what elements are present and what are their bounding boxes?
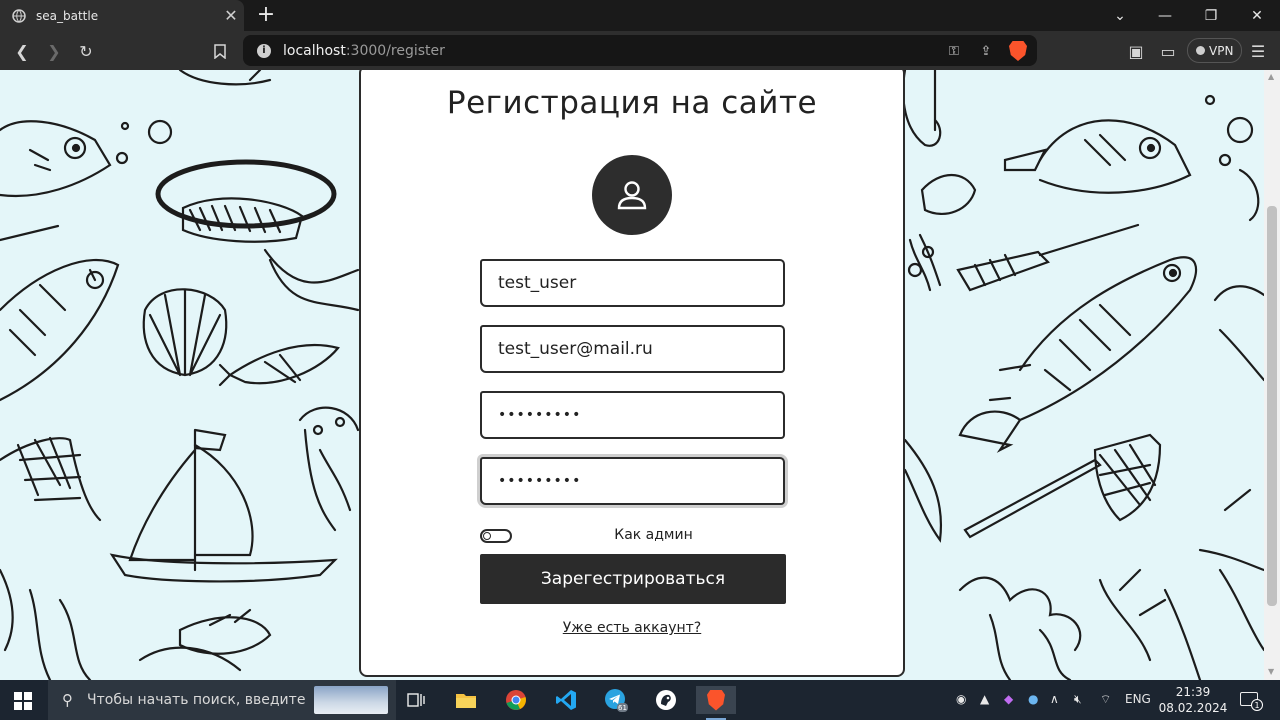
back-icon[interactable]: ❮ xyxy=(10,39,34,63)
url-path: :3000/register xyxy=(345,42,445,59)
scroll-up-icon[interactable]: ▲ xyxy=(1268,72,1274,81)
network-app-icon[interactable]: ● xyxy=(1028,692,1038,706)
vpn-status-icon xyxy=(1196,46,1205,55)
username-value: test_user xyxy=(498,273,577,293)
notification-icon[interactable]: 1 xyxy=(1240,692,1263,711)
tab-title: sea_battle xyxy=(36,8,99,23)
search-placeholder: Чтобы начать поиск, введите xyxy=(87,692,306,708)
brave-taskbar-icon[interactable] xyxy=(696,686,736,720)
bookmark-icon[interactable] xyxy=(208,39,232,63)
close-window-button[interactable]: ✕ xyxy=(1234,0,1280,31)
forward-icon[interactable]: ❯ xyxy=(42,39,66,63)
scroll-down-icon[interactable]: ▼ xyxy=(1268,667,1274,676)
vpn-button[interactable]: VPN xyxy=(1187,38,1243,63)
speaker-muted-icon[interactable]: 🔇︎ xyxy=(1074,692,1082,707)
email-field[interactable]: test_user@mail.ru xyxy=(480,325,785,373)
site-info-icon[interactable]: i xyxy=(257,43,271,58)
telegram-icon[interactable]: 61 xyxy=(596,686,636,714)
scrollbar[interactable]: ▲ ▼ xyxy=(1264,70,1280,680)
browser-toolbar: ❮ ❯ ↻ i localhost:3000/register ⚿ ⇪ ▣ ▭ … xyxy=(0,31,1280,70)
search-icon: ⚲ xyxy=(62,691,73,709)
close-tab-icon[interactable]: ✕ xyxy=(218,6,244,25)
globe-icon xyxy=(12,8,26,23)
vscode-icon[interactable] xyxy=(546,686,586,714)
clock-date: 08.02.2024 xyxy=(1158,701,1228,715)
clock-time: 21:39 xyxy=(1175,685,1211,699)
taskbar: ⚲ Чтобы начать поиск, введите 61 ◉ ▲ ◆ ●… xyxy=(0,680,1280,720)
login-link[interactable]: Уже есть аккаунт? xyxy=(361,620,903,636)
telegram-badge: 61 xyxy=(618,704,627,712)
app-icon[interactable] xyxy=(646,686,686,714)
search-highlight-image xyxy=(314,686,388,714)
windows-start-icon[interactable] xyxy=(14,692,32,710)
maximize-button[interactable]: ❐ xyxy=(1188,0,1234,31)
app-tray-icon[interactable]: ◆ xyxy=(1004,692,1013,706)
page-title: Регистрация на сайте xyxy=(446,85,818,121)
shield-tray-icon[interactable]: ▲ xyxy=(980,692,989,706)
username-field[interactable]: test_user xyxy=(480,259,785,307)
confirm-password-value: ••••••••• xyxy=(498,473,582,489)
toggle-knob xyxy=(483,532,491,540)
notification-count: 1 xyxy=(1251,699,1263,711)
scroll-thumb[interactable] xyxy=(1267,206,1277,606)
url-host: localhost xyxy=(283,42,346,59)
language-indicator[interactable]: ENG xyxy=(1125,692,1151,706)
avatar xyxy=(592,155,672,235)
key-icon[interactable]: ⚿ xyxy=(945,44,963,59)
vpn-label: VPN xyxy=(1209,43,1234,58)
chrome-icon[interactable] xyxy=(496,686,536,714)
taskbar-search[interactable]: ⚲ Чтобы начать поиск, введите xyxy=(48,680,396,720)
tab-strip: sea_battle ✕ + ⌄ — ❐ ✕ xyxy=(0,0,1280,31)
wifi-icon[interactable]: ⌔ xyxy=(1100,692,1111,707)
wallet-icon[interactable]: ▭ xyxy=(1156,39,1180,63)
reload-icon[interactable]: ↻ xyxy=(74,39,98,63)
admin-toggle-label: Как админ xyxy=(614,527,693,543)
clock[interactable]: 21:39 08.02.2024 xyxy=(1158,684,1228,716)
register-card: Регистрация на сайте test_user test_user… xyxy=(359,70,905,677)
brave-shields-icon[interactable] xyxy=(1009,41,1027,61)
browser-tab[interactable]: sea_battle ✕ xyxy=(0,0,244,31)
email-value: test_user@mail.ru xyxy=(498,339,653,359)
chevron-up-icon[interactable]: ∧ xyxy=(1050,692,1059,706)
menu-icon[interactable]: ☰ xyxy=(1246,39,1270,63)
sidebar-icon[interactable]: ▣ xyxy=(1124,39,1148,63)
password-value: ••••••••• xyxy=(498,407,582,423)
page-viewport: Регистрация на сайте test_user test_user… xyxy=(0,70,1264,680)
password-field[interactable]: ••••••••• xyxy=(480,391,785,439)
discord-icon[interactable]: ◉ xyxy=(956,692,966,706)
confirm-password-field[interactable]: ••••••••• xyxy=(480,457,785,505)
user-icon xyxy=(617,181,647,210)
tab-search-chevron-icon[interactable]: ⌄ xyxy=(1097,0,1143,31)
share-icon[interactable]: ⇪ xyxy=(977,44,995,59)
new-tab-button[interactable]: + xyxy=(256,3,276,27)
address-bar[interactable]: i localhost:3000/register ⚿ ⇪ xyxy=(243,35,1037,66)
minimize-button[interactable]: — xyxy=(1142,0,1188,31)
admin-toggle[interactable] xyxy=(480,529,512,543)
task-view-icon[interactable] xyxy=(396,686,436,714)
file-explorer-icon[interactable] xyxy=(446,686,486,714)
register-button[interactable]: Зарегестрироваться xyxy=(480,554,786,604)
